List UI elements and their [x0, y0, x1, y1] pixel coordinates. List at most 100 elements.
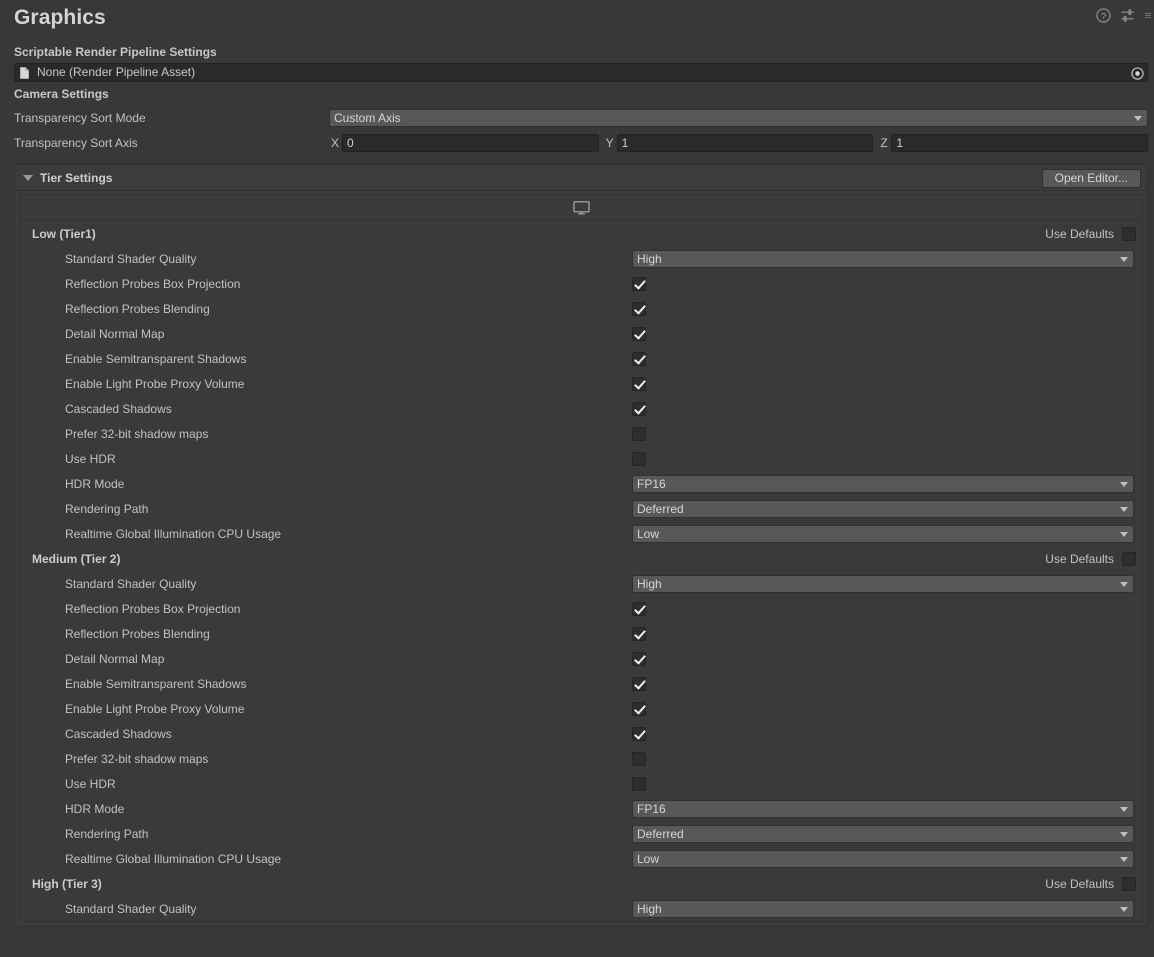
tier-property-field: FP16 — [632, 474, 1142, 493]
tier-property-row: HDR Mode FP16 — [20, 471, 1142, 496]
tier-property-dropdown-value: High — [637, 576, 662, 591]
open-editor-button[interactable]: Open Editor... — [1041, 169, 1141, 188]
tier-property-label: Detail Normal Map — [65, 326, 165, 341]
use-defaults-label: Use Defaults — [1045, 876, 1114, 891]
axis-z: Z 1 — [878, 133, 1149, 152]
axis-y-input[interactable]: 1 — [616, 133, 874, 152]
object-picker-icon[interactable] — [1131, 67, 1144, 80]
tier-property-checkbox[interactable] — [632, 376, 646, 391]
tier-property-checkbox[interactable] — [632, 451, 646, 466]
tier-property-dropdown-value: Deferred — [637, 826, 684, 841]
tier-property-field: High — [632, 249, 1142, 268]
srp-asset-field-wrap: None (Render Pipeline Asset) — [0, 63, 1154, 82]
use-defaults-checkbox[interactable] — [1122, 876, 1136, 891]
transparency-sort-axis-row: Transparency Sort Axis X 0 Y 1 Z 1 — [0, 130, 1154, 155]
camera-section-label: Camera Settings — [14, 87, 109, 101]
tier-property-dropdown[interactable]: High — [632, 899, 1134, 918]
axis-z-input[interactable]: 1 — [891, 133, 1149, 152]
tier-property-checkbox[interactable] — [632, 651, 646, 666]
transparency-sort-mode-dropdown[interactable]: Custom Axis — [329, 108, 1148, 127]
tier-property-dropdown[interactable]: FP16 — [632, 474, 1134, 493]
tier-property-field — [632, 426, 1142, 441]
tier-property-field — [632, 751, 1142, 766]
tier-property-row: Enable Light Probe Proxy Volume — [20, 696, 1142, 721]
tier-settings-title: Tier Settings — [40, 170, 113, 185]
axis-x-input[interactable]: 0 — [342, 133, 599, 152]
tier-property-field: High — [632, 899, 1142, 918]
tier-property-label: Cascaded Shadows — [65, 726, 172, 741]
tier-property-label: Enable Semitransparent Shadows — [65, 676, 247, 691]
chevron-down-icon — [1120, 581, 1128, 587]
tier-property-dropdown[interactable]: Low — [632, 849, 1134, 868]
tier-property-checkbox[interactable] — [632, 676, 646, 691]
tier-property-checkbox[interactable] — [632, 751, 646, 766]
tier-property-row: Reflection Probes Blending — [20, 296, 1142, 321]
tier-property-field — [632, 401, 1142, 416]
tier-property-row: Enable Light Probe Proxy Volume — [20, 371, 1142, 396]
tier-property-checkbox[interactable] — [632, 326, 646, 341]
tier-property-row: Rendering Path Deferred — [20, 821, 1142, 846]
transparency-sort-mode-label: Transparency Sort Mode — [14, 110, 146, 125]
platform-tab-standalone[interactable] — [560, 196, 602, 220]
preset-icon[interactable] — [1120, 8, 1135, 23]
tier-property-checkbox[interactable] — [632, 401, 646, 416]
tier-property-row: Standard Shader Quality High — [20, 571, 1142, 596]
tier-property-checkbox[interactable] — [632, 426, 646, 441]
use-defaults-checkbox[interactable] — [1122, 551, 1136, 566]
tier-property-dropdown[interactable]: Low — [632, 524, 1134, 543]
tier-property-row: Realtime Global Illumination CPU Usage Lo… — [20, 846, 1142, 871]
tier-property-dropdown[interactable]: Deferred — [632, 824, 1134, 843]
tier-property-label: Reflection Probes Blending — [65, 301, 210, 316]
foldout-triangle-down-icon[interactable] — [23, 174, 33, 181]
tier-property-label: Rendering Path — [65, 501, 149, 516]
transparency-sort-mode-row: Transparency Sort Mode Custom Axis — [0, 105, 1154, 130]
tier-property-label: Reflection Probes Box Projection — [65, 276, 241, 291]
tier-property-row: Cascaded Shadows — [20, 721, 1142, 746]
chevron-down-icon — [1120, 806, 1128, 812]
more-menu-icon[interactable] — [1144, 8, 1152, 23]
tier-group-name: Low (Tier1) — [32, 226, 96, 241]
help-icon[interactable]: ? — [1096, 8, 1111, 23]
render-pipeline-asset-field[interactable]: None (Render Pipeline Asset) — [14, 63, 1148, 82]
tier-property-dropdown[interactable]: High — [632, 574, 1134, 593]
tier-list: Low (Tier1) Use Defaults Standard Shader Q… — [20, 221, 1142, 921]
tier-property-label: HDR Mode — [65, 801, 125, 816]
tier-property-checkbox[interactable] — [632, 276, 646, 291]
tier-property-dropdown-value: High — [637, 901, 662, 916]
tier-property-label: Realtime Global Illumination CPU Usage — [65, 851, 282, 866]
use-defaults-checkbox[interactable] — [1122, 226, 1136, 241]
tier-property-field — [632, 776, 1142, 791]
tier-property-row: Prefer 32-bit shadow maps — [20, 421, 1142, 446]
tier-property-dropdown[interactable]: FP16 — [632, 799, 1134, 818]
tier-property-label: Standard Shader Quality — [65, 251, 197, 266]
tier-property-checkbox[interactable] — [632, 601, 646, 616]
tier-property-row: HDR Mode FP16 — [20, 796, 1142, 821]
tier-property-checkbox[interactable] — [632, 301, 646, 316]
tier-property-field — [632, 301, 1142, 316]
tier-property-checkbox[interactable] — [632, 726, 646, 741]
tier-property-field — [632, 451, 1142, 466]
tier-property-field — [632, 676, 1142, 691]
tier-property-dropdown-value: Deferred — [637, 501, 684, 516]
platform-tab-bar — [20, 195, 1142, 221]
tier-property-field: Deferred — [632, 824, 1142, 843]
tier-property-row: Enable Semitransparent Shadows — [20, 346, 1142, 371]
tier-property-row: Use HDR — [20, 771, 1142, 796]
tier-group-name: High (Tier 3) — [32, 876, 102, 891]
tier-property-checkbox[interactable] — [632, 626, 646, 641]
tier-property-dropdown[interactable]: High — [632, 249, 1134, 268]
tier-property-dropdown-value: Low — [637, 851, 660, 866]
srp-section-label: Scriptable Render Pipeline Settings — [14, 45, 217, 59]
tier-property-checkbox[interactable] — [632, 351, 646, 366]
tier-property-label: Enable Light Probe Proxy Volume — [65, 376, 245, 391]
transparency-sort-axis-label: Transparency Sort Axis — [14, 135, 138, 150]
tier-settings-header[interactable]: Tier Settings Open Editor... — [15, 165, 1147, 191]
tier-property-row: Enable Semitransparent Shadows — [20, 671, 1142, 696]
tier-property-checkbox[interactable] — [632, 776, 646, 791]
tier-property-dropdown[interactable]: Deferred — [632, 499, 1134, 518]
tier-property-checkbox[interactable] — [632, 701, 646, 716]
header-icon-group: ? — [1096, 8, 1152, 23]
tier-property-dropdown-value: FP16 — [637, 476, 666, 491]
tier-group-name: Medium (Tier 2) — [32, 551, 121, 566]
use-defaults-group: Use Defaults — [1045, 871, 1136, 896]
